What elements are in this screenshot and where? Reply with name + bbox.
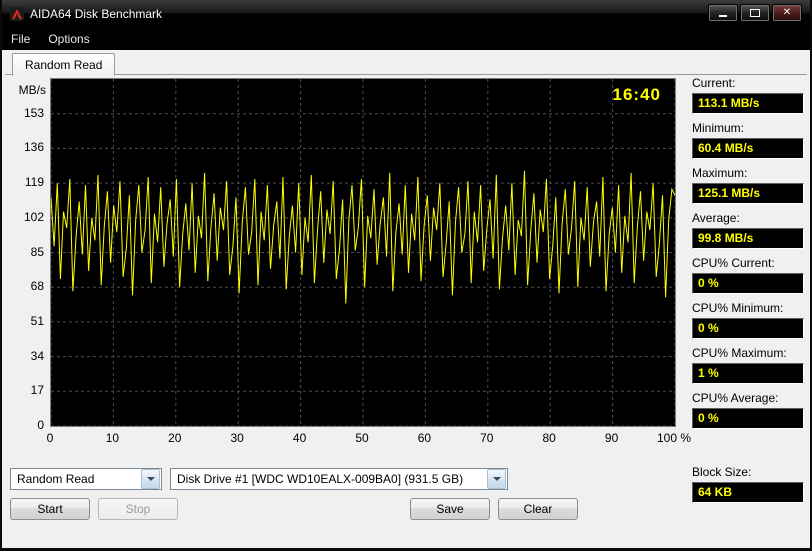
stat-group: CPU% Average: 0 % — [692, 391, 804, 429]
start-button[interactable]: Start — [10, 498, 90, 520]
stat-label: CPU% Current: — [692, 256, 775, 270]
title-bar[interactable]: AIDA64 Disk Benchmark ✕ — [2, 0, 810, 28]
test-type-select[interactable]: Random Read — [10, 468, 162, 490]
y-axis-tick-label: 0 — [37, 418, 44, 432]
x-axis-tick-label: 60 — [417, 431, 432, 445]
x-axis-tick-label: 90 — [604, 431, 619, 445]
stat-value: 125.1 MB/s — [692, 183, 804, 204]
x-axis-tick-label: 50 — [355, 431, 369, 445]
stat-value: 64 KB — [692, 482, 804, 503]
stat-value: 0 % — [692, 273, 804, 294]
stat-group: Average: 99.8 MB/s — [692, 211, 804, 249]
close-icon: ✕ — [782, 7, 792, 18]
chevron-down-icon — [141, 469, 160, 489]
x-axis-tick-label: 70 — [480, 431, 494, 445]
y-axis-tick-label: 85 — [30, 244, 44, 259]
y-axis-tick-label: 136 — [23, 140, 44, 155]
stat-group: CPU% Maximum: 1 % — [692, 346, 804, 384]
benchmark-chart: 16:40 — [50, 78, 676, 427]
chart-clock: 16:40 — [612, 85, 661, 104]
menu-file[interactable]: File — [2, 29, 39, 49]
stat-group: Current: 113.1 MB/s — [692, 76, 804, 114]
clear-button[interactable]: Clear — [498, 498, 578, 520]
close-button[interactable]: ✕ — [772, 4, 802, 22]
app-icon — [10, 7, 24, 21]
y-axis-tick-label: 119 — [24, 175, 44, 190]
save-button[interactable]: Save — [410, 498, 490, 520]
maximize-button[interactable] — [740, 4, 770, 22]
x-axis-tick-label: 20 — [168, 431, 182, 445]
menu-options[interactable]: Options — [39, 29, 98, 49]
stat-group: Maximum: 125.1 MB/s — [692, 166, 804, 204]
chevron-down-icon — [487, 469, 506, 489]
chart-canvas — [51, 79, 675, 426]
y-axis-tick-label: 68 — [30, 279, 44, 294]
stat-value: 0 % — [692, 408, 804, 429]
stat-label: Current: — [692, 76, 736, 90]
stat-value: 1 % — [692, 363, 804, 384]
stat-group: Block Size: 64 KB — [692, 465, 804, 503]
x-axis-tick-label: 0 — [46, 431, 54, 445]
stat-value: 0 % — [692, 318, 804, 339]
drive-select-value: Disk Drive #1 [WDC WD10EALX-009BA0] (931… — [177, 472, 464, 486]
window-title: AIDA64 Disk Benchmark — [30, 7, 163, 21]
maximize-icon — [750, 9, 760, 17]
stat-label: Average: — [692, 211, 740, 225]
test-type-value: Random Read — [17, 472, 95, 486]
x-axis-tick-label: 40 — [292, 431, 307, 445]
x-axis-tick-label: 80 — [542, 431, 556, 445]
stat-value: 60.4 MB/s — [692, 138, 804, 159]
tab-strip-divider — [5, 74, 807, 75]
x-axis-tick-label: 100 % — [656, 431, 692, 445]
app-window: AIDA64 Disk Benchmark ✕ File Options Ran… — [0, 0, 812, 551]
menu-bar: File Options — [2, 28, 810, 50]
y-axis-tick-label: 153 — [23, 105, 44, 120]
tab-random-read[interactable]: Random Read — [12, 53, 116, 76]
stat-group: CPU% Current: 0 % — [692, 256, 804, 294]
stat-group: Minimum: 60.4 MB/s — [692, 121, 804, 159]
y-axis-tick-label: 34 — [30, 348, 44, 363]
y-axis-tick-label: 102 — [23, 209, 44, 224]
stat-label: CPU% Minimum: — [692, 301, 784, 315]
stats-panel: Current: 113.1 MB/s Minimum: 60.4 MB/s Maxim… — [692, 76, 804, 510]
stop-button[interactable]: Stop — [98, 498, 178, 520]
stat-group: CPU% Minimum: 0 % — [692, 301, 804, 339]
stat-label: CPU% Average: — [692, 391, 779, 405]
drive-select[interactable]: Disk Drive #1 [WDC WD10EALX-009BA0] (931… — [170, 468, 508, 490]
x-axis-tick-label: 10 — [105, 431, 120, 445]
y-axis-title: MB/s — [18, 83, 46, 97]
stat-label: Block Size: — [692, 465, 752, 479]
stat-label: CPU% Maximum: — [692, 346, 787, 360]
minimize-button[interactable] — [708, 4, 738, 22]
y-axis-tick-label: 51 — [30, 313, 44, 328]
x-axis-tick-label: 30 — [230, 431, 244, 445]
stat-value: 99.8 MB/s — [692, 228, 804, 249]
minimize-icon — [719, 15, 727, 17]
stat-label: Minimum: — [692, 121, 745, 135]
stat-value: 113.1 MB/s — [692, 93, 804, 114]
y-axis-tick-label: 17 — [30, 383, 44, 398]
stat-label: Maximum: — [692, 166, 748, 180]
